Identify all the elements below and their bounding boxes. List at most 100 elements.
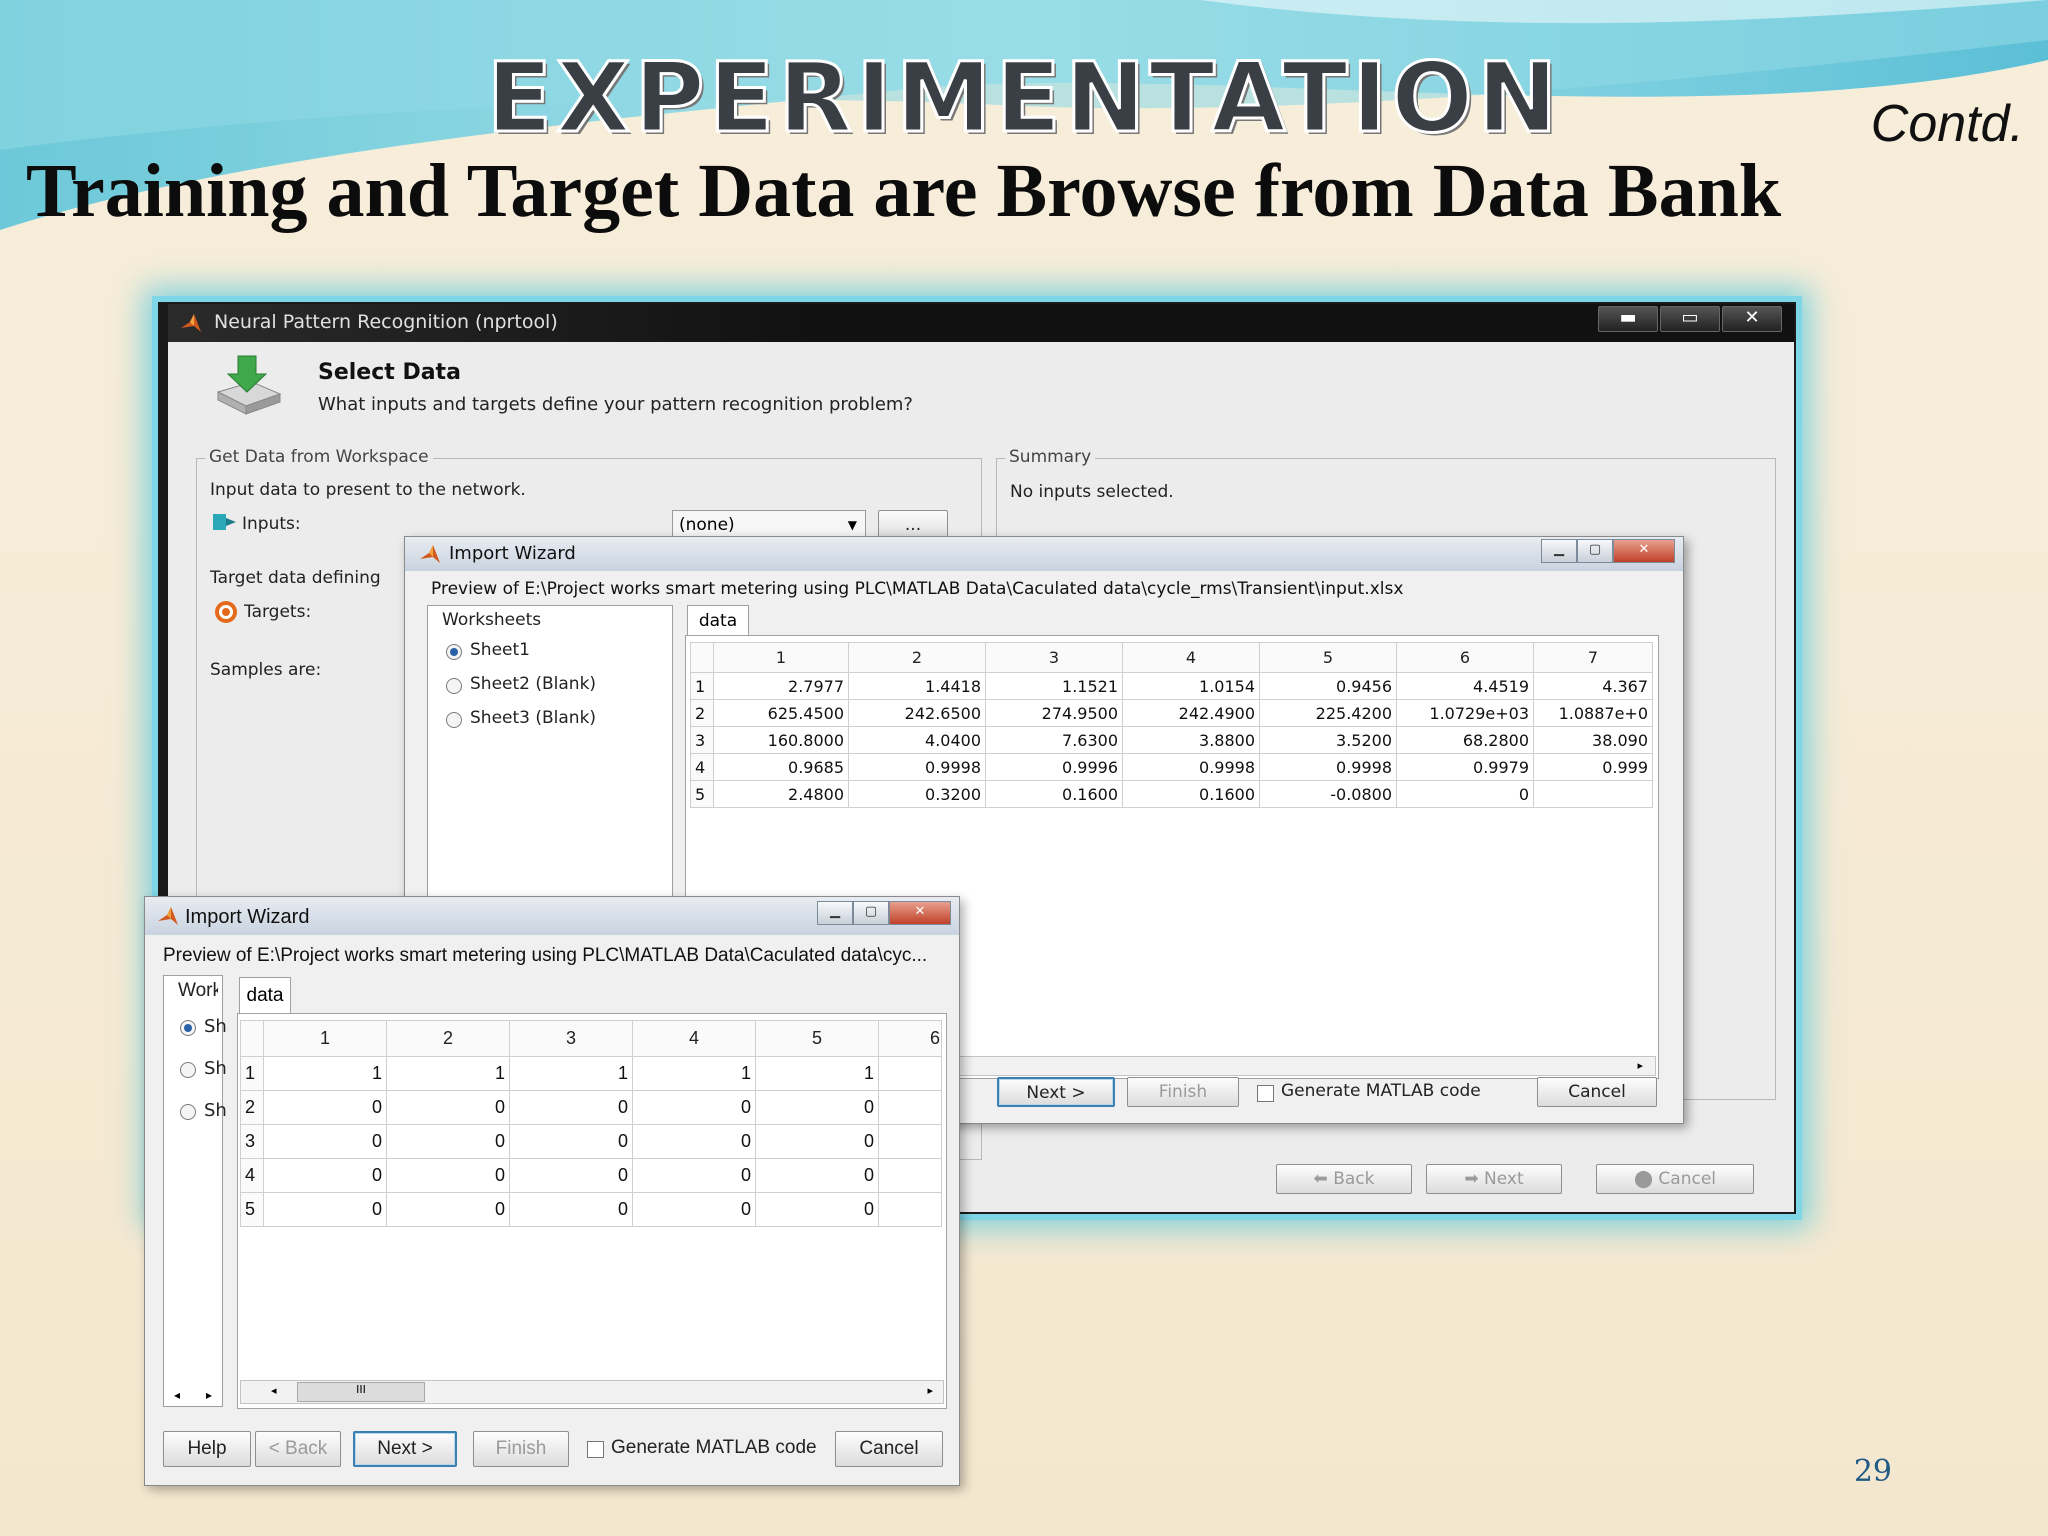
table-cell[interactable]: 38.090 xyxy=(1533,726,1653,754)
table-cell[interactable]: 0.999 xyxy=(1533,753,1653,781)
table-cell[interactable]: 1 xyxy=(386,1056,510,1091)
table-cell[interactable] xyxy=(1533,780,1653,808)
table-cell[interactable]: 0.1600 xyxy=(1122,780,1260,808)
tab-data[interactable]: data xyxy=(239,977,291,1014)
maximize-icon[interactable]: ▭ xyxy=(1660,306,1720,332)
help-button[interactable]: Help xyxy=(163,1431,251,1467)
table-cell[interactable]: 4.367 xyxy=(1533,672,1653,700)
table-cell[interactable]: 0 xyxy=(386,1158,510,1193)
table-cell[interactable] xyxy=(878,1056,942,1091)
table-cell[interactable]: 0 xyxy=(632,1124,756,1159)
table-cell[interactable]: 1.1521 xyxy=(985,672,1123,700)
table-cell[interactable]: 4.0400 xyxy=(848,726,986,754)
table-cell[interactable]: 0.9998 xyxy=(848,753,986,781)
table-cell[interactable]: 0.9685 xyxy=(713,753,849,781)
table-cell[interactable]: 3.5200 xyxy=(1259,726,1397,754)
sheet3-radio[interactable] xyxy=(180,1104,196,1120)
table-cell[interactable]: 225.4200 xyxy=(1259,699,1397,727)
table-cell[interactable] xyxy=(878,1090,942,1125)
sheet3-radio[interactable] xyxy=(446,712,462,728)
table-cell[interactable] xyxy=(878,1124,942,1159)
scroll-right-icon[interactable]: ▸ xyxy=(927,1384,933,1397)
sheet1-label[interactable]: Sh xyxy=(204,1016,227,1037)
table-cell[interactable]: 0 xyxy=(632,1158,756,1193)
table-cell[interactable]: 1 xyxy=(632,1056,756,1091)
column-header[interactable]: 5 xyxy=(755,1020,879,1057)
table-cell[interactable]: 0.3200 xyxy=(848,780,986,808)
table-cell[interactable]: 3.8800 xyxy=(1122,726,1260,754)
wizard-front-title-bar[interactable]: Import Wizard ▁ ▢ ✕ xyxy=(145,897,959,935)
table-cell[interactable]: 1 xyxy=(755,1056,879,1091)
table-cell[interactable]: 0 xyxy=(263,1090,387,1125)
table-cell[interactable]: 0 xyxy=(1396,780,1534,808)
table-cell[interactable]: 2.7977 xyxy=(713,672,849,700)
minimize-icon[interactable]: ▁ xyxy=(817,901,853,925)
table-cell[interactable]: 242.6500 xyxy=(848,699,986,727)
column-header[interactable]: 7 xyxy=(1533,642,1653,673)
table-cell[interactable]: 0 xyxy=(632,1192,756,1227)
column-header[interactable]: 6 xyxy=(1396,642,1534,673)
wizard-back-finish-button[interactable]: Finish xyxy=(1127,1077,1239,1107)
table-cell[interactable] xyxy=(878,1192,942,1227)
table-cell[interactable]: 0 xyxy=(386,1192,510,1227)
scroll-right-icon[interactable]: ▸ xyxy=(1637,1059,1643,1072)
sheet2-radio[interactable] xyxy=(446,678,462,694)
table-cell[interactable]: 160.8000 xyxy=(713,726,849,754)
table-cell[interactable]: 4.4519 xyxy=(1396,672,1534,700)
back-button[interactable]: ⬅ Back xyxy=(1276,1164,1412,1194)
table-cell[interactable]: 0 xyxy=(263,1192,387,1227)
table-cell[interactable]: -0.0800 xyxy=(1259,780,1397,808)
table-cell[interactable]: 0 xyxy=(386,1090,510,1125)
next-button[interactable]: ➡ Next xyxy=(1426,1164,1562,1194)
column-header[interactable]: 3 xyxy=(985,642,1123,673)
wizard-front-generate-code-checkbox[interactable] xyxy=(587,1441,604,1458)
table-cell[interactable]: 242.4900 xyxy=(1122,699,1260,727)
table-cell[interactable] xyxy=(878,1158,942,1193)
table-cell[interactable]: 0 xyxy=(755,1192,879,1227)
scroll-right-icon[interactable]: ▸ xyxy=(206,1388,212,1402)
main-title-bar[interactable]: Neural Pattern Recognition (nprtool) ▬ ▭… xyxy=(160,304,1794,342)
scroll-left-icon[interactable]: ◂ xyxy=(271,1384,277,1397)
sheet2-label[interactable]: Sh xyxy=(204,1058,227,1079)
table-cell[interactable]: 0 xyxy=(509,1124,633,1159)
table-cell[interactable]: 7.6300 xyxy=(985,726,1123,754)
table-cell[interactable]: 2.4800 xyxy=(713,780,849,808)
wizard-back-cancel-button[interactable]: Cancel xyxy=(1537,1077,1657,1107)
wizard-front-next-button[interactable]: Next > xyxy=(353,1431,457,1467)
table-cell[interactable]: 0 xyxy=(386,1124,510,1159)
sheet3-label[interactable]: Sheet3 (Blank) xyxy=(470,708,596,728)
table-cell[interactable]: 0 xyxy=(509,1090,633,1125)
wizard-front-back-button[interactable]: < Back xyxy=(255,1431,341,1467)
maximize-icon[interactable]: ▢ xyxy=(853,901,889,925)
wizard-front-cancel-button[interactable]: Cancel xyxy=(835,1431,943,1467)
table-cell[interactable]: 625.4500 xyxy=(713,699,849,727)
sheet1-label[interactable]: Sheet1 xyxy=(470,640,530,660)
table-cell[interactable]: 0.9998 xyxy=(1122,753,1260,781)
table-cell[interactable]: 0 xyxy=(755,1124,879,1159)
table-cell[interactable]: 0 xyxy=(263,1158,387,1193)
table-cell[interactable]: 0 xyxy=(509,1192,633,1227)
column-header[interactable]: 1 xyxy=(713,642,849,673)
column-header[interactable]: 4 xyxy=(1122,642,1260,673)
close-icon[interactable]: ✕ xyxy=(1613,539,1675,563)
tab-data[interactable]: data xyxy=(687,605,749,636)
table-cell[interactable]: 1.0154 xyxy=(1122,672,1260,700)
column-header[interactable]: 5 xyxy=(1259,642,1397,673)
table-cell[interactable]: 0 xyxy=(263,1124,387,1159)
table-cell[interactable]: 1 xyxy=(509,1056,633,1091)
table-cell[interactable]: 0 xyxy=(755,1090,879,1125)
column-header[interactable]: 4 xyxy=(632,1020,756,1057)
table-cell[interactable]: 1.4418 xyxy=(848,672,986,700)
table-cell[interactable]: 1.0887e+0 xyxy=(1533,699,1653,727)
wizard-front-horizontal-scrollbar[interactable]: ◂ III ▸ xyxy=(240,1380,944,1404)
column-header[interactable]: 3 xyxy=(509,1020,633,1057)
minimize-icon[interactable]: ▁ xyxy=(1541,539,1577,563)
close-icon[interactable]: ✕ xyxy=(889,901,951,925)
inputs-select[interactable]: (none) ▼ xyxy=(672,510,866,538)
scroll-left-icon[interactable]: ◂ xyxy=(174,1388,180,1402)
wizard-back-title-bar[interactable]: Import Wizard ▁ ▢ ✕ xyxy=(405,537,1683,571)
sheet2-label[interactable]: Sheet2 (Blank) xyxy=(470,674,596,694)
column-header[interactable]: 2 xyxy=(386,1020,510,1057)
minimize-icon[interactable]: ▬ xyxy=(1598,306,1658,332)
table-cell[interactable]: 68.2800 xyxy=(1396,726,1534,754)
